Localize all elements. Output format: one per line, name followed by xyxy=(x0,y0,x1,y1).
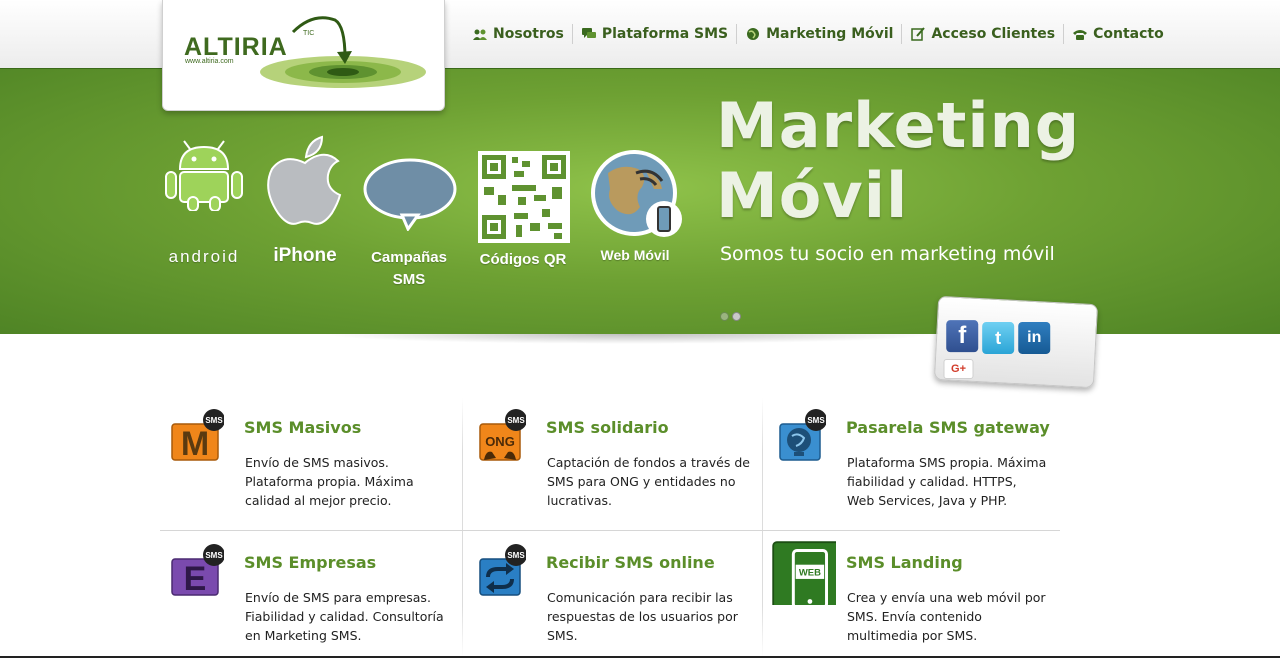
service-recibir-sms-online: SMS Recibir SMS online Comunicación para… xyxy=(462,533,762,658)
campanas-label-line1: Campañas xyxy=(371,249,447,266)
refresh-arrows-icon[interactable]: SMS xyxy=(472,543,526,597)
service-title[interactable]: Pasarela SMS gateway xyxy=(846,418,1050,437)
nav-contacto[interactable]: Contacto xyxy=(1064,24,1172,44)
svg-text:E: E xyxy=(184,560,207,597)
android-icon[interactable] xyxy=(162,137,246,211)
facebook-icon[interactable]: f xyxy=(946,320,979,353)
desc-line: Fiabilidad y calidad. Consultoría xyxy=(245,609,444,624)
service-description: Comunicación para recibir las respuestas… xyxy=(547,588,752,645)
desc-line: Plataforma propia. Máxima xyxy=(245,474,414,489)
desc-line: Envío de SMS masivos. xyxy=(245,455,389,470)
desc-line: en Marketing SMS. xyxy=(245,628,362,643)
nav-marketing-movil[interactable]: Marketing Móvil xyxy=(737,24,903,44)
svg-text:SMS: SMS xyxy=(205,551,223,560)
nav-label: Contacto xyxy=(1093,26,1164,42)
logo[interactable]: ALTIRIA TIC www.altiria.com xyxy=(162,0,445,111)
logo-tic: TIC xyxy=(303,30,315,37)
service-description: Plataforma SMS propia. Máxima fiabilidad… xyxy=(847,453,1052,510)
googleplus-icon[interactable]: G+ xyxy=(943,359,974,380)
gateway-globe-icon[interactable]: SMS xyxy=(772,408,826,462)
nav-label: Nosotros xyxy=(493,26,564,42)
banner-shadow xyxy=(320,334,940,344)
service-title[interactable]: SMS solidario xyxy=(546,418,669,437)
phone-icon xyxy=(1073,30,1088,40)
users-icon xyxy=(473,29,487,40)
desc-line: fiabilidad y calidad. HTTPS, xyxy=(847,474,1017,489)
apple-icon[interactable] xyxy=(264,135,346,229)
svg-text:SMS: SMS xyxy=(507,551,525,560)
logo-url: www.altiria.com xyxy=(185,58,234,65)
svg-text:WEB: WEB xyxy=(799,567,821,578)
social-links-card: f t in G+ xyxy=(933,295,1099,389)
nav-label: Plataforma SMS xyxy=(601,26,729,42)
service-pasarela-sms-gateway: SMS Pasarela SMS gateway Plataforma SMS … xyxy=(762,398,1062,531)
banner-subtitle: Somos tu socio en marketing móvil xyxy=(720,243,1055,265)
services-grid: M SMS SMS Masivos Envío de SMS masivos. … xyxy=(160,398,1060,658)
desc-line: lucrativas. xyxy=(547,493,612,508)
service-description: Crea y envía una web móvil por SMS. Enví… xyxy=(847,588,1052,645)
desc-line: SMS para ONG y entidades no xyxy=(547,474,736,489)
web-movil-label[interactable]: Web Móvil xyxy=(590,247,680,263)
svg-text:SMS: SMS xyxy=(507,416,525,425)
service-title[interactable]: SMS Masivos xyxy=(244,418,361,437)
qr-label[interactable]: Códigos QR xyxy=(476,251,570,268)
service-title[interactable]: Recibir SMS online xyxy=(546,553,715,572)
web-phone-icon[interactable]: WEB xyxy=(772,541,836,605)
campanas-label-line2: SMS xyxy=(392,271,426,288)
service-description: Envío de SMS masivos. Plataforma propia.… xyxy=(245,453,450,510)
service-title[interactable]: SMS Empresas xyxy=(244,553,376,572)
campanas-label[interactable]: Campañas SMS xyxy=(364,247,454,291)
svg-text:ONG: ONG xyxy=(485,434,515,449)
banner-title: Marketing Móvil xyxy=(716,91,1080,231)
nav-plataforma-sms[interactable]: Plataforma SMS xyxy=(573,24,738,44)
desc-line: Crea y envía una web móvil por xyxy=(847,590,1046,605)
banner-title-line1: Marketing xyxy=(716,89,1081,162)
desc-line: Web Services, Java y PHP. xyxy=(847,493,1008,508)
speech-bubble-icon[interactable] xyxy=(362,157,458,231)
ong-hands-icon[interactable]: ONG SMS xyxy=(472,408,526,462)
nav-label: Marketing Móvil xyxy=(766,26,894,42)
qr-code-icon[interactable] xyxy=(478,151,570,243)
service-title[interactable]: SMS Landing xyxy=(846,553,963,572)
desc-line: calidad al mejor precio. xyxy=(245,493,392,508)
desc-line: respuestas de los usuarios por xyxy=(547,609,738,624)
sms-masivos-icon[interactable]: M SMS xyxy=(170,408,224,462)
desc-line: Comunicación para recibir las xyxy=(547,590,733,605)
desc-line: SMS. xyxy=(547,628,578,643)
desc-line: Envío de SMS para empresas. xyxy=(245,590,431,605)
slider-dots xyxy=(720,312,741,321)
service-sms-masivos: M SMS SMS Masivos Envío de SMS masivos. … xyxy=(160,398,460,531)
svg-text:SMS: SMS xyxy=(205,416,223,425)
desc-line: SMS. Envía contenido xyxy=(847,609,982,624)
desc-line: multimedia por SMS. xyxy=(847,628,978,643)
globe-icon xyxy=(747,28,760,40)
nav-nosotros[interactable]: Nosotros xyxy=(464,24,573,44)
chat-bubbles-icon xyxy=(581,28,596,38)
service-description: Captación de fondos a través de SMS para… xyxy=(547,453,752,510)
main-nav: Nosotros Plataforma SMS Marketing Móvil … xyxy=(464,23,1172,45)
twitter-icon[interactable]: t xyxy=(982,322,1015,355)
desc-line: Captación de fondos a través de xyxy=(547,455,750,470)
service-sms-landing: WEB SMS Landing Crea y envía una web móv… xyxy=(762,533,1062,658)
iphone-label[interactable]: iPhone xyxy=(262,245,348,267)
svg-text:SMS: SMS xyxy=(807,416,825,425)
android-label[interactable]: android xyxy=(160,247,248,267)
service-description: Envío de SMS para empresas. Fiabilidad y… xyxy=(245,588,450,645)
service-sms-solidario: ONG SMS SMS solidario Captación de fondo… xyxy=(462,398,762,531)
slider-dot-2[interactable] xyxy=(732,312,741,321)
nav-label: Acceso Clientes xyxy=(931,26,1056,42)
svg-text:M: M xyxy=(181,425,209,462)
slider-dot-1[interactable] xyxy=(720,312,729,321)
edit-icon xyxy=(911,27,926,41)
sms-empresas-icon[interactable]: E SMS xyxy=(170,543,224,597)
nav-acceso-clientes[interactable]: Acceso Clientes xyxy=(902,24,1065,44)
banner-title-line2: Móvil xyxy=(716,159,909,232)
service-sms-empresas: E SMS SMS Empresas Envío de SMS para emp… xyxy=(160,533,460,658)
desc-line: Plataforma SMS propia. Máxima xyxy=(847,455,1047,470)
globe-signal-icon[interactable] xyxy=(588,149,688,241)
linkedin-icon[interactable]: in xyxy=(1018,321,1051,354)
